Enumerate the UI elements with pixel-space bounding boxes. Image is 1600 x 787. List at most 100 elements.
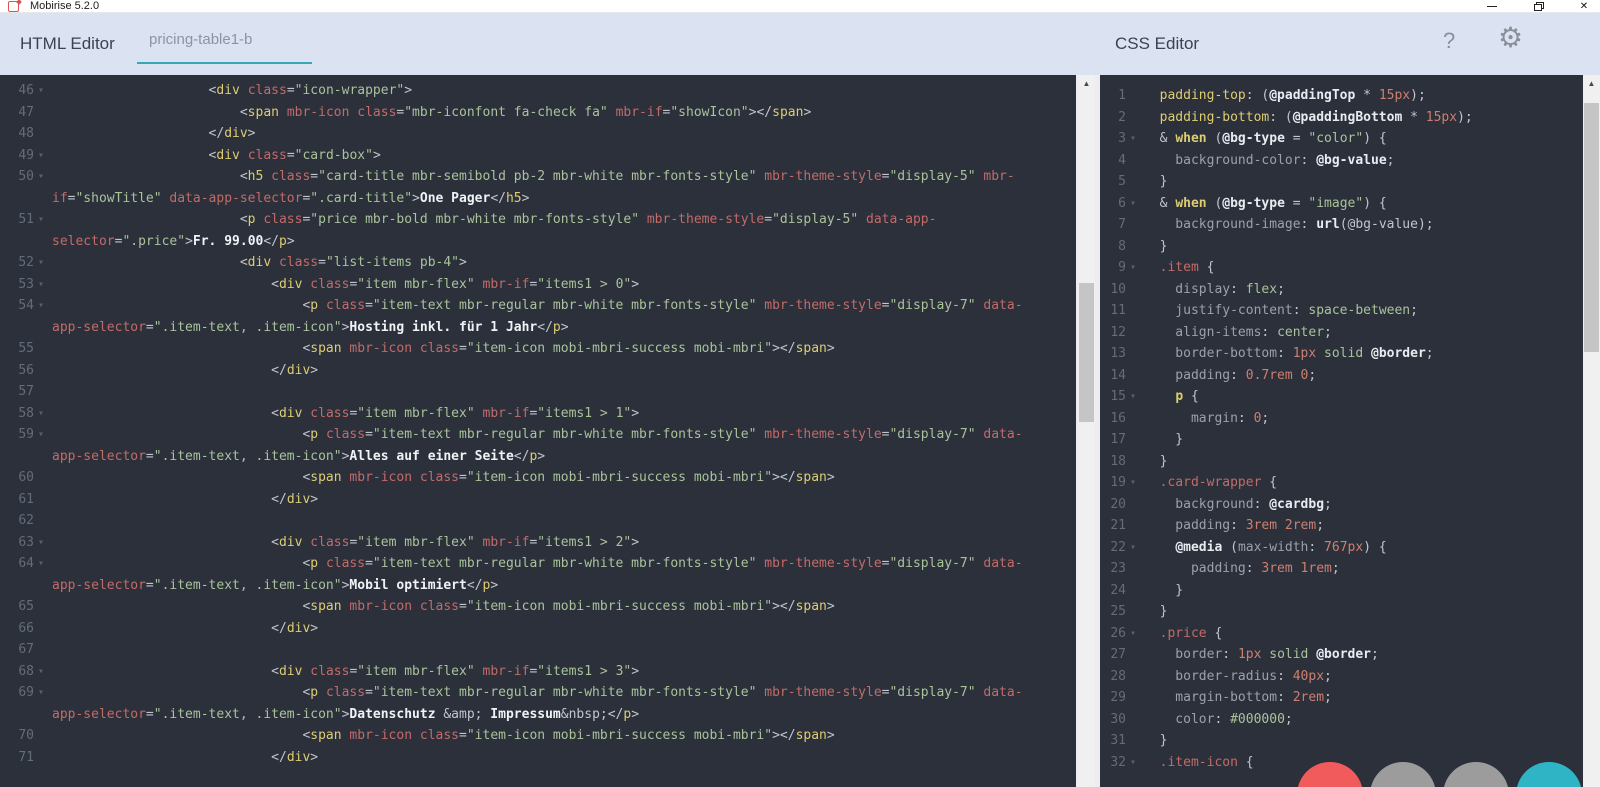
code-line-content[interactable]: </div>: [48, 123, 256, 145]
code-line-content[interactable]: </div>: [48, 489, 318, 511]
code-line-content[interactable]: selector=".price">Fr. 99.00</p>: [48, 231, 295, 253]
code-line[interactable]: 25 }: [1100, 601, 1583, 623]
code-line[interactable]: 3▾ & when (@bg-type = "color") {: [1100, 128, 1583, 150]
code-line[interactable]: 65 <span mbr-icon class="item-icon mobi-…: [0, 596, 1076, 618]
code-line[interactable]: 59▾ <p class="item-text mbr-regular mbr-…: [0, 424, 1076, 446]
code-line[interactable]: 21 padding: 3rem 2rem;: [1100, 515, 1583, 537]
css-editor-scrollbar[interactable]: ▲: [1583, 75, 1600, 787]
code-line-content[interactable]: [48, 639, 52, 661]
code-line-content[interactable]: <div class="item mbr-flex" mbr-if="items…: [48, 403, 639, 425]
code-line-content[interactable]: justify-content: space-between;: [1140, 300, 1418, 322]
fold-chevron-down-icon[interactable]: ▾: [34, 252, 48, 274]
code-line[interactable]: 56 </div>: [0, 360, 1076, 382]
code-line[interactable]: 5 }: [1100, 171, 1583, 193]
code-line-content[interactable]: <h5 class="card-title mbr-semibold pb-2 …: [48, 166, 1015, 188]
code-line-content[interactable]: margin-bottom: 2rem;: [1140, 687, 1332, 709]
code-line[interactable]: 49▾ <div class="card-box">: [0, 145, 1076, 167]
fold-chevron-down-icon[interactable]: ▾: [34, 532, 48, 554]
code-line-content[interactable]: background: @cardbg;: [1140, 494, 1332, 516]
code-line[interactable]: 18 }: [1100, 451, 1583, 473]
code-line-content[interactable]: </div>: [48, 360, 318, 382]
code-line[interactable]: 55 <span mbr-icon class="item-icon mobi-…: [0, 338, 1076, 360]
html-scrollbar-thumb[interactable]: [1079, 283, 1094, 422]
code-line-content[interactable]: padding-bottom: (@paddingBottom * 15px);: [1140, 107, 1473, 129]
css-code-editor[interactable]: 1 padding-top: (@paddingTop * 15px);2 pa…: [1100, 75, 1583, 787]
code-line-content[interactable]: <span mbr-icon class="mbr-iconfont fa-ch…: [48, 102, 811, 124]
code-line-content[interactable]: <p class="item-text mbr-regular mbr-whit…: [48, 424, 1023, 446]
code-line[interactable]: 62: [0, 510, 1076, 532]
code-line-content[interactable]: }: [1140, 451, 1167, 473]
fab-delete-button[interactable]: [1297, 762, 1363, 787]
code-line[interactable]: 4 background-color: @bg-value;: [1100, 150, 1583, 172]
fold-chevron-down-icon[interactable]: ▾: [34, 661, 48, 683]
fab-secondary-button-1[interactable]: [1370, 762, 1436, 787]
code-line[interactable]: 23 padding: 3rem 1rem;: [1100, 558, 1583, 580]
fold-chevron-down-icon[interactable]: ▾: [34, 553, 48, 575]
settings-gear-icon[interactable]: ⚙: [1498, 21, 1523, 54]
code-line[interactable]: 60 <span mbr-icon class="item-icon mobi-…: [0, 467, 1076, 489]
code-line[interactable]: 31 }: [1100, 730, 1583, 752]
code-line[interactable]: 20 background: @cardbg;: [1100, 494, 1583, 516]
code-line-content[interactable]: app-selector=".item-text, .item-icon">Ho…: [48, 317, 569, 339]
code-line[interactable]: 61 </div>: [0, 489, 1076, 511]
code-line[interactable]: 13 border-bottom: 1px solid @border;: [1100, 343, 1583, 365]
code-line[interactable]: 69▾ <p class="item-text mbr-regular mbr-…: [0, 682, 1076, 704]
maximize-restore-button[interactable]: [1530, 0, 1546, 13]
code-line-content[interactable]: <p class="item-text mbr-regular mbr-whit…: [48, 295, 1023, 317]
code-line-content[interactable]: app-selector=".item-text, .item-icon">Da…: [48, 704, 639, 726]
scroll-up-arrow-icon[interactable]: ▲: [1583, 75, 1600, 92]
code-line[interactable]: 66 </div>: [0, 618, 1076, 640]
fold-chevron-down-icon[interactable]: ▾: [1126, 752, 1140, 774]
fold-chevron-down-icon[interactable]: ▾: [34, 80, 48, 102]
html-code-editor[interactable]: 46▾ <div class="icon-wrapper">47 <span m…: [0, 75, 1076, 787]
code-line[interactable]: 22▾ @media (max-width: 767px) {: [1100, 537, 1583, 559]
code-line-content[interactable]: & when (@bg-type = "image") {: [1140, 193, 1387, 215]
code-line[interactable]: 15▾ p {: [1100, 386, 1583, 408]
code-line-content[interactable]: <p class="item-text mbr-regular mbr-whit…: [48, 553, 1023, 575]
code-line[interactable]: 70 <span mbr-icon class="item-icon mobi-…: [0, 725, 1076, 747]
code-line[interactable]: 10 display: flex;: [1100, 279, 1583, 301]
code-line[interactable]: 53▾ <div class="item mbr-flex" mbr-if="i…: [0, 274, 1076, 296]
code-line-content[interactable]: <div class="item mbr-flex" mbr-if="items…: [48, 274, 639, 296]
fold-chevron-down-icon[interactable]: ▾: [1126, 257, 1140, 279]
code-line-content[interactable]: color: #000000;: [1140, 709, 1293, 731]
code-line[interactable]: 52▾ <div class="list-items pb-4">: [0, 252, 1076, 274]
code-line[interactable]: 11 justify-content: space-between;: [1100, 300, 1583, 322]
code-line-content[interactable]: <span mbr-icon class="item-icon mobi-mbr…: [48, 725, 835, 747]
fold-chevron-down-icon[interactable]: ▾: [1126, 472, 1140, 494]
fold-chevron-down-icon[interactable]: ▾: [34, 274, 48, 296]
code-line[interactable]: 28 border-radius: 40px;: [1100, 666, 1583, 688]
code-line[interactable]: 6▾ & when (@bg-type = "image") {: [1100, 193, 1583, 215]
code-line[interactable]: 71 </div>: [0, 747, 1076, 769]
code-line-content[interactable]: .item {: [1140, 257, 1214, 279]
code-line-content[interactable]: [48, 510, 52, 532]
fold-chevron-down-icon[interactable]: ▾: [34, 424, 48, 446]
code-line-content[interactable]: <p class="price mbr-bold mbr-white mbr-f…: [48, 209, 936, 231]
fold-chevron-down-icon[interactable]: ▾: [1126, 386, 1140, 408]
code-line-content[interactable]: <div class="list-items pb-4">: [48, 252, 467, 274]
code-line-content[interactable]: <div class="card-box">: [48, 145, 381, 167]
code-line-content[interactable]: <span mbr-icon class="item-icon mobi-mbr…: [48, 338, 835, 360]
code-line-content[interactable]: background-color: @bg-value;: [1140, 150, 1394, 172]
code-line-content[interactable]: padding-top: (@paddingTop * 15px);: [1140, 85, 1426, 107]
code-line-content[interactable]: </div>: [48, 618, 318, 640]
code-line[interactable]: 26▾ .price {: [1100, 623, 1583, 645]
code-line-content[interactable]: <div class="item mbr-flex" mbr-if="items…: [48, 661, 639, 683]
code-line-content[interactable]: if="showTitle" data-app-selector=".card-…: [48, 188, 529, 210]
code-line-content[interactable]: <div class="icon-wrapper">: [48, 80, 412, 102]
code-line-content[interactable]: }: [1140, 236, 1167, 258]
fold-chevron-down-icon[interactable]: ▾: [34, 166, 48, 188]
code-line-content[interactable]: }: [1140, 601, 1167, 623]
code-line-content[interactable]: <div class="item mbr-flex" mbr-if="items…: [48, 532, 639, 554]
code-line[interactable]: 7 background-image: url(@bg-value);: [1100, 214, 1583, 236]
code-line[interactable]: app-selector=".item-text, .item-icon">Al…: [0, 446, 1076, 468]
code-line[interactable]: 17 }: [1100, 429, 1583, 451]
code-line[interactable]: 12 align-items: center;: [1100, 322, 1583, 344]
code-line-content[interactable]: & when (@bg-type = "color") {: [1140, 128, 1387, 150]
code-line-content[interactable]: app-selector=".item-text, .item-icon">Al…: [48, 446, 545, 468]
fold-chevron-down-icon[interactable]: ▾: [1126, 537, 1140, 559]
code-line[interactable]: 54▾ <p class="item-text mbr-regular mbr-…: [0, 295, 1076, 317]
code-line[interactable]: app-selector=".item-text, .item-icon">Ho…: [0, 317, 1076, 339]
code-line-content[interactable]: <span mbr-icon class="item-icon mobi-mbr…: [48, 596, 835, 618]
code-line[interactable]: if="showTitle" data-app-selector=".card-…: [0, 188, 1076, 210]
